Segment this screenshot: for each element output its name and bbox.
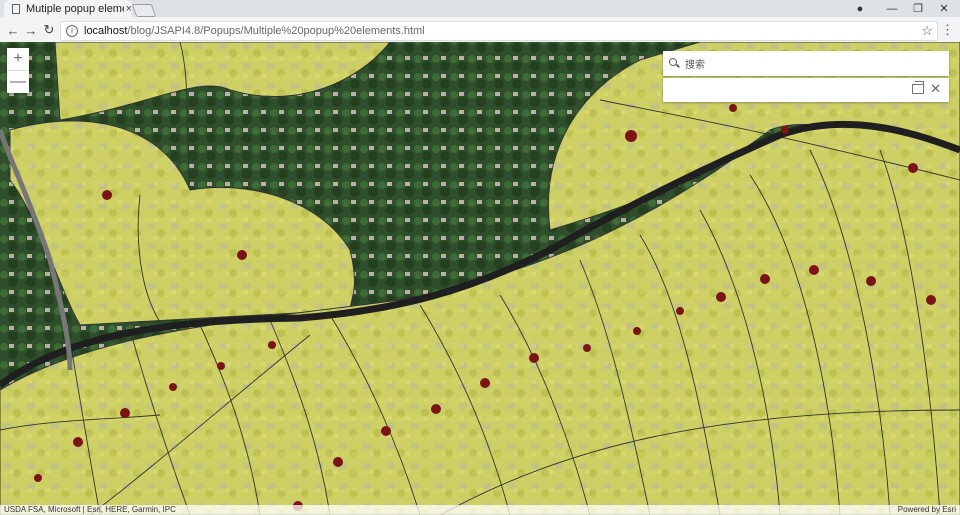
tab-title: Mutiple popup elements	[25, 2, 124, 15]
attribution-bar: USDA FSA, Microsoft | Esri, HERE, Garmin…	[0, 505, 960, 515]
search-widget[interactable]: 搜索	[663, 51, 949, 76]
dock-icon[interactable]	[912, 81, 924, 94]
browser-chrome: Mutiple popup elements × ● — ❐ ✕ ← → ↻ i…	[0, 0, 960, 42]
point-marker[interactable]	[480, 378, 490, 388]
point-marker[interactable]	[716, 292, 726, 302]
point-marker[interactable]	[217, 362, 225, 370]
browser-menu-icon[interactable]: ⋮	[941, 22, 954, 38]
search-input[interactable]: 搜索	[685, 56, 705, 71]
close-window-button[interactable]: ✕	[932, 0, 956, 17]
point-marker[interactable]	[333, 457, 343, 467]
maximize-button[interactable]: ❐	[906, 0, 930, 17]
point-marker[interactable]	[729, 104, 737, 112]
back-button[interactable]: ←	[4, 21, 22, 39]
browser-tab[interactable]: Mutiple popup elements ×	[4, 0, 132, 17]
new-tab-button[interactable]	[131, 4, 157, 17]
point-marker[interactable]	[908, 163, 918, 173]
point-marker[interactable]	[34, 474, 42, 482]
close-icon[interactable]: ✕	[930, 82, 941, 96]
zoom-in-button[interactable]: +	[7, 48, 29, 70]
point-marker[interactable]	[760, 274, 770, 284]
address-bar[interactable]: i localhost /blog/JSAPI4.8/Popups/Multip…	[60, 21, 938, 41]
profile-icon[interactable]: ●	[848, 0, 872, 17]
url-path: /blog/JSAPI4.8/Popups/Multiple%20popup%2…	[127, 25, 425, 37]
popup-panel: ✕	[663, 78, 949, 102]
page-icon	[12, 3, 20, 14]
point-marker[interactable]	[431, 404, 441, 414]
search-icon	[669, 57, 681, 70]
point-marker[interactable]	[268, 341, 276, 349]
point-marker[interactable]	[529, 353, 539, 363]
map-canvas	[0, 42, 960, 515]
point-marker[interactable]	[676, 307, 684, 315]
point-marker[interactable]	[633, 327, 641, 335]
bookmark-star-icon[interactable]: ☆	[921, 23, 933, 39]
point-marker[interactable]	[583, 344, 591, 352]
info-icon[interactable]: i	[66, 25, 78, 37]
point-marker[interactable]	[381, 426, 391, 436]
url-host: localhost	[84, 25, 128, 37]
point-marker[interactable]	[809, 265, 819, 275]
reload-button[interactable]: ↻	[40, 21, 58, 39]
tab-strip: Mutiple popup elements × ● — ❐ ✕	[0, 0, 960, 17]
map-view[interactable]: + — 搜索 ✕ USDA FSA, Microsoft | Esri, HER…	[0, 42, 960, 515]
powered-by-esri[interactable]: Powered by Esri	[898, 505, 956, 515]
zoom-control: + —	[7, 48, 29, 93]
point-marker[interactable]	[102, 190, 112, 200]
point-marker[interactable]	[73, 437, 83, 447]
point-marker[interactable]	[169, 383, 177, 391]
point-marker[interactable]	[120, 408, 130, 418]
zoom-out-button[interactable]: —	[7, 70, 29, 93]
point-marker[interactable]	[866, 276, 876, 286]
browser-toolbar: ← → ↻ i localhost /blog/JSAPI4.8/Popups/…	[0, 19, 960, 41]
point-marker[interactable]	[926, 295, 936, 305]
minimize-button[interactable]: —	[880, 0, 904, 17]
point-marker[interactable]	[625, 130, 637, 142]
forward-button[interactable]: →	[22, 21, 40, 39]
attribution-text: USDA FSA, Microsoft | Esri, HERE, Garmin…	[4, 505, 176, 514]
point-marker[interactable]	[781, 126, 789, 134]
point-marker[interactable]	[237, 250, 247, 260]
